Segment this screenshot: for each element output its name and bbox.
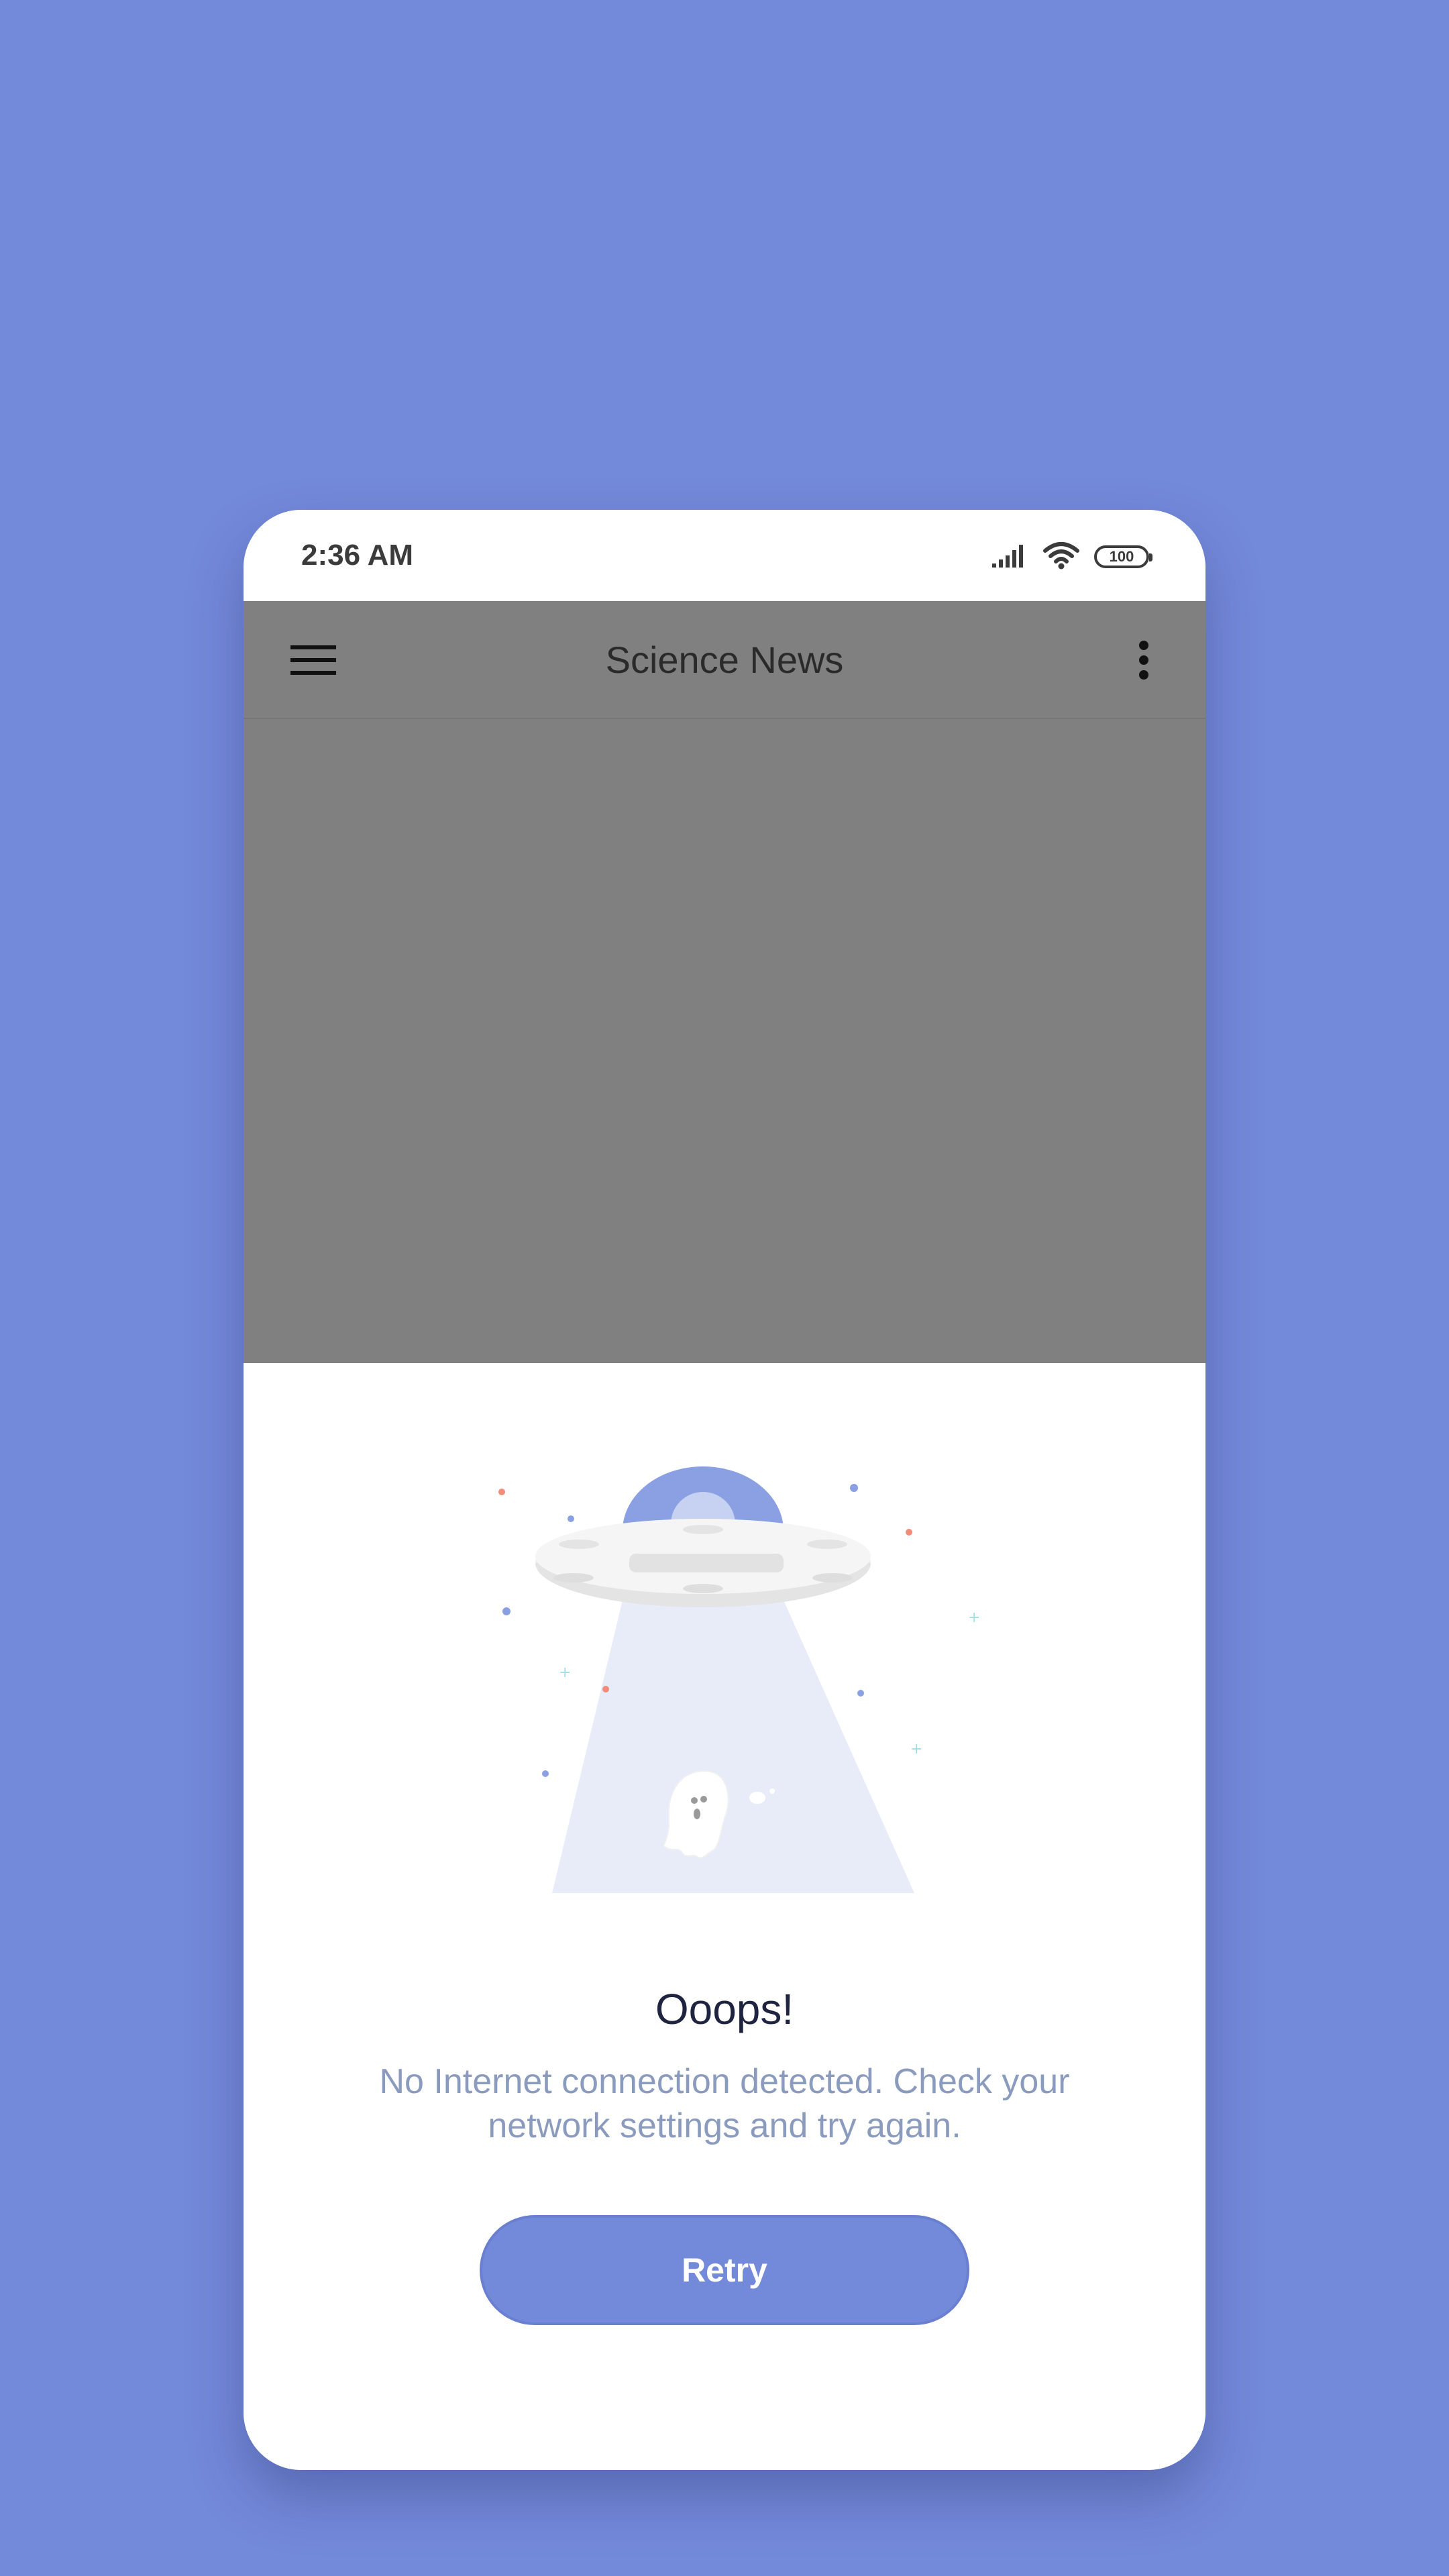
app-title: Science News — [605, 638, 844, 681]
status-bar: 2:36 AM 100 — [244, 510, 1205, 601]
error-message: No Internet connection detected. Check y… — [379, 2062, 1070, 2145]
signal-icon — [991, 542, 1028, 572]
content-scrim — [244, 719, 1205, 1363]
app-bar: Science News — [244, 601, 1205, 719]
status-time: 2:36 AM — [301, 539, 414, 572]
retry-button[interactable]: Retry — [480, 2215, 969, 2325]
status-icons: 100 — [991, 537, 1152, 577]
error-sheet: + + + Ooops! No Internet connection dete… — [244, 1363, 1205, 2470]
retry-button-label: Retry — [682, 2251, 767, 2289]
more-vert-icon[interactable] — [1116, 632, 1172, 688]
battery-icon: 100 — [1094, 545, 1152, 568]
phone-frame: 2:36 AM 100 Science News + + + Ooops! No… — [244, 510, 1205, 2470]
error-title: Ooops! — [655, 1985, 794, 2033]
svg-text:+: + — [559, 1664, 571, 1681]
svg-text:+: + — [968, 1609, 980, 1626]
battery-level: 100 — [1109, 548, 1134, 565]
svg-text:+: + — [910, 1741, 922, 1758]
ufo-ghost-illustration: + + + — [465, 1450, 988, 1913]
wifi-icon — [1043, 541, 1079, 573]
